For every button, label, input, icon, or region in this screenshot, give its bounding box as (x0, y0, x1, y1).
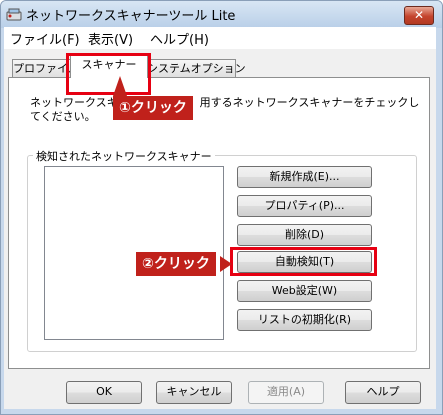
group-label: 検知されたネットワークスキャナー (33, 148, 215, 164)
close-button[interactable]: ✕ (404, 6, 434, 25)
instruction-text-rest: 用するネットワークスキャナーをチェックし (199, 96, 420, 109)
reset-list-button[interactable]: リストの初期化(R) (237, 309, 372, 331)
callout-step2: ②クリック (136, 252, 216, 276)
callout-step1: ①クリック (113, 96, 193, 120)
window-title: ネットワークスキャナーツール Lite (26, 9, 236, 24)
scanner-app-icon (6, 8, 22, 21)
title-bar: ネットワークスキャナーツール Lite ✕ (1, 1, 442, 28)
highlight-auto-detect (230, 247, 377, 276)
menu-view[interactable]: 表示(V) (88, 29, 133, 48)
callout-pointer-1 (113, 76, 127, 96)
cancel-button[interactable]: キャンセル (156, 381, 232, 404)
callout-pointer-2 (220, 256, 232, 272)
menu-file[interactable]: ファイル(F) (10, 29, 80, 48)
delete-button[interactable]: 削除(D) (237, 224, 372, 246)
menu-help[interactable]: ヘルプ(H) (150, 29, 209, 48)
instruction-text: ネットワークスキャナ 用するネットワークスキャナーをチェックし てください。 (30, 96, 420, 124)
ok-button[interactable]: OK (66, 381, 142, 404)
close-icon: ✕ (413, 8, 425, 22)
apply-button[interactable]: 適用(A) (248, 381, 324, 404)
instruction-text-line2: てください。 (30, 110, 96, 123)
new-button[interactable]: 新規作成(E)... (237, 166, 372, 188)
web-settings-button[interactable]: Web設定(W) (237, 280, 372, 302)
menu-bar: ファイル(F) 表示(V) ヘルプ(H) (4, 27, 436, 50)
tab-system-options[interactable]: システムオプション (146, 59, 246, 78)
highlight-scanner-tab (66, 53, 151, 95)
tab-profile[interactable]: プロファイル (12, 59, 79, 78)
properties-button[interactable]: プロパティ(P)... (237, 195, 372, 217)
help-button[interactable]: ヘルプ (345, 381, 421, 404)
